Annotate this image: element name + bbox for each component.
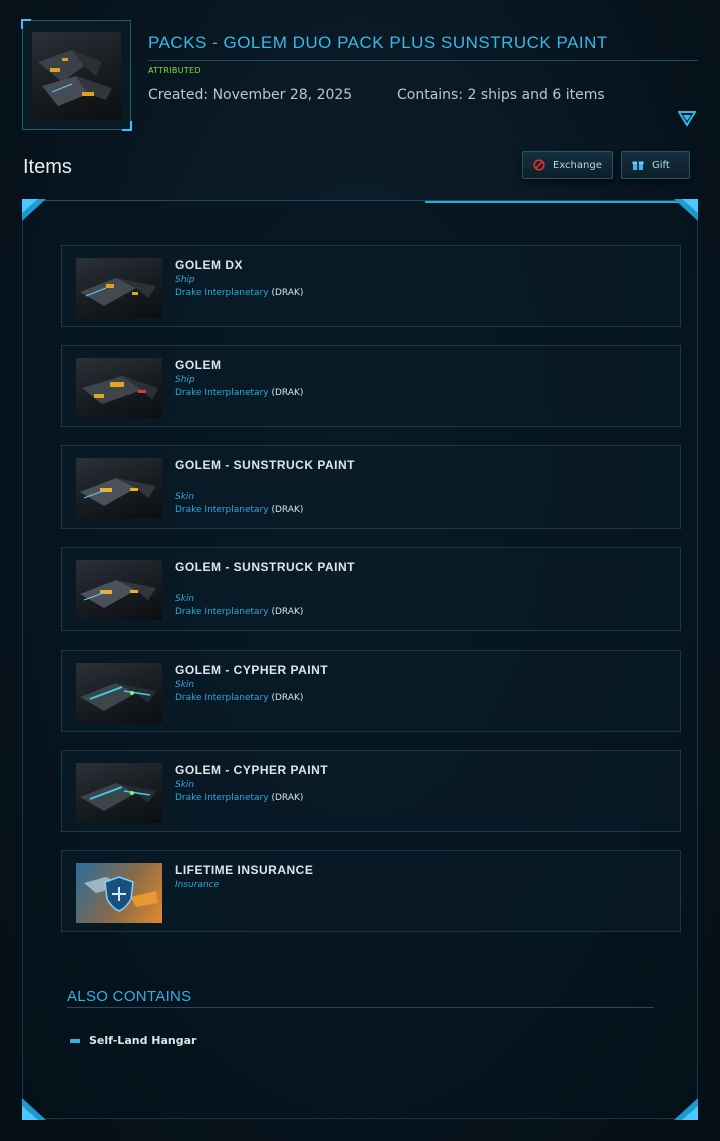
- item-name: GOLEM: [175, 358, 222, 372]
- item-manufacturer: Drake Interplanetary (DRAK): [175, 793, 303, 803]
- panel-accent-line: [425, 201, 685, 203]
- gift-button[interactable]: Gift: [621, 151, 690, 179]
- created-date: Created: November 28, 2025: [148, 87, 353, 103]
- list-item[interactable]: GOLEM - SUNSTRUCK PAINT Skin Drake Inter…: [61, 445, 681, 529]
- insurance-thumbnail: [76, 863, 162, 923]
- manufacturer-code: DRAK: [275, 693, 300, 703]
- ship-thumbnail: [76, 258, 162, 318]
- item-type: Skin: [175, 680, 195, 690]
- shield-icon: [84, 876, 158, 912]
- list-item[interactable]: GOLEM Ship Drake Interplanetary (DRAK): [61, 345, 681, 427]
- item-name: GOLEM - SUNSTRUCK PAINT: [175, 458, 355, 472]
- also-contains-item: Self-Land Hangar: [89, 1034, 197, 1047]
- exchange-button[interactable]: Exchange: [522, 151, 613, 179]
- pack-ship-image: [32, 32, 121, 120]
- item-type: Skin: [175, 594, 195, 604]
- pack-header: PACKS - GOLEM DUO PACK PLUS SUNSTRUCK PA…: [0, 0, 720, 140]
- pack-title: PACKS - GOLEM DUO PACK PLUS SUNSTRUCK PA…: [148, 33, 608, 52]
- item-name: LIFETIME INSURANCE: [175, 863, 314, 877]
- gift-label: Gift: [652, 159, 670, 171]
- item-type: Ship: [175, 275, 195, 285]
- item-type: Skin: [175, 780, 195, 790]
- list-item[interactable]: GOLEM DX Ship Drake Interplanetary (DRAK…: [61, 245, 681, 327]
- item-type: Ship: [175, 375, 195, 385]
- skin-thumbnail: [76, 763, 162, 823]
- manufacturer-code-wrap: (DRAK): [271, 288, 304, 298]
- corner-accent-icon: [674, 1098, 698, 1120]
- items-heading: Items: [23, 156, 72, 178]
- manufacturer-name: Drake Interplanetary: [175, 388, 269, 398]
- item-manufacturer: Drake Interplanetary (DRAK): [175, 693, 303, 703]
- item-type: Skin: [175, 492, 195, 502]
- skin-thumbnail: [76, 663, 162, 723]
- item-manufacturer: Drake Interplanetary (DRAK): [175, 388, 303, 398]
- item-type: Insurance: [175, 880, 220, 890]
- manufacturer-code-wrap: (DRAK): [271, 388, 304, 398]
- list-item[interactable]: LIFETIME INSURANCE Insurance: [61, 850, 681, 932]
- skin-thumbnail: [76, 458, 162, 518]
- contains-summary: Contains: 2 ships and 6 items: [397, 87, 605, 103]
- list-item[interactable]: GOLEM - SUNSTRUCK PAINT Skin Drake Inter…: [61, 547, 681, 631]
- no-entry-icon: [533, 159, 545, 171]
- manufacturer-name: Drake Interplanetary: [175, 607, 269, 617]
- manufacturer-name: Drake Interplanetary: [175, 693, 269, 703]
- corner-accent-icon: [22, 1098, 46, 1120]
- pack-thumbnail[interactable]: [21, 19, 132, 131]
- manufacturer-code: DRAK: [275, 388, 300, 398]
- manufacturer-code: DRAK: [275, 793, 300, 803]
- also-contains-divider: [67, 1007, 654, 1008]
- item-manufacturer: Drake Interplanetary (DRAK): [175, 505, 303, 515]
- item-manufacturer: Drake Interplanetary (DRAK): [175, 288, 303, 298]
- list-item[interactable]: GOLEM - CYPHER PAINT Skin Drake Interpla…: [61, 750, 681, 832]
- bullet-icon: [70, 1039, 80, 1043]
- manufacturer-name: Drake Interplanetary: [175, 793, 269, 803]
- manufacturer-code-wrap: (DRAK): [271, 505, 304, 515]
- title-divider: [148, 60, 698, 61]
- corner-accent-icon: [674, 199, 698, 221]
- manufacturer-code-wrap: (DRAK): [271, 693, 304, 703]
- manufacturer-code: DRAK: [275, 607, 300, 617]
- ship-thumbnail: [76, 358, 162, 418]
- manufacturer-code-wrap: (DRAK): [271, 607, 304, 617]
- skin-thumbnail: [76, 560, 162, 620]
- collapse-triangle-icon[interactable]: [678, 111, 696, 127]
- exchange-label: Exchange: [553, 159, 602, 171]
- manufacturer-code: DRAK: [275, 288, 300, 298]
- status-badge: ATTRIBUTED: [148, 66, 201, 75]
- corner-accent-icon: [22, 199, 46, 221]
- item-name: GOLEM - SUNSTRUCK PAINT: [175, 560, 355, 574]
- manufacturer-name: Drake Interplanetary: [175, 505, 269, 515]
- gift-box-icon: [632, 161, 644, 170]
- manufacturer-name: Drake Interplanetary: [175, 288, 269, 298]
- manufacturer-code: DRAK: [275, 505, 300, 515]
- also-contains-heading: ALSO CONTAINS: [67, 988, 192, 1005]
- manufacturer-code-wrap: (DRAK): [271, 793, 304, 803]
- item-name: GOLEM - CYPHER PAINT: [175, 663, 329, 677]
- item-manufacturer: Drake Interplanetary (DRAK): [175, 607, 303, 617]
- item-name: GOLEM DX: [175, 258, 244, 272]
- item-name: GOLEM - CYPHER PAINT: [175, 763, 329, 777]
- list-item[interactable]: GOLEM - CYPHER PAINT Skin Drake Interpla…: [61, 650, 681, 732]
